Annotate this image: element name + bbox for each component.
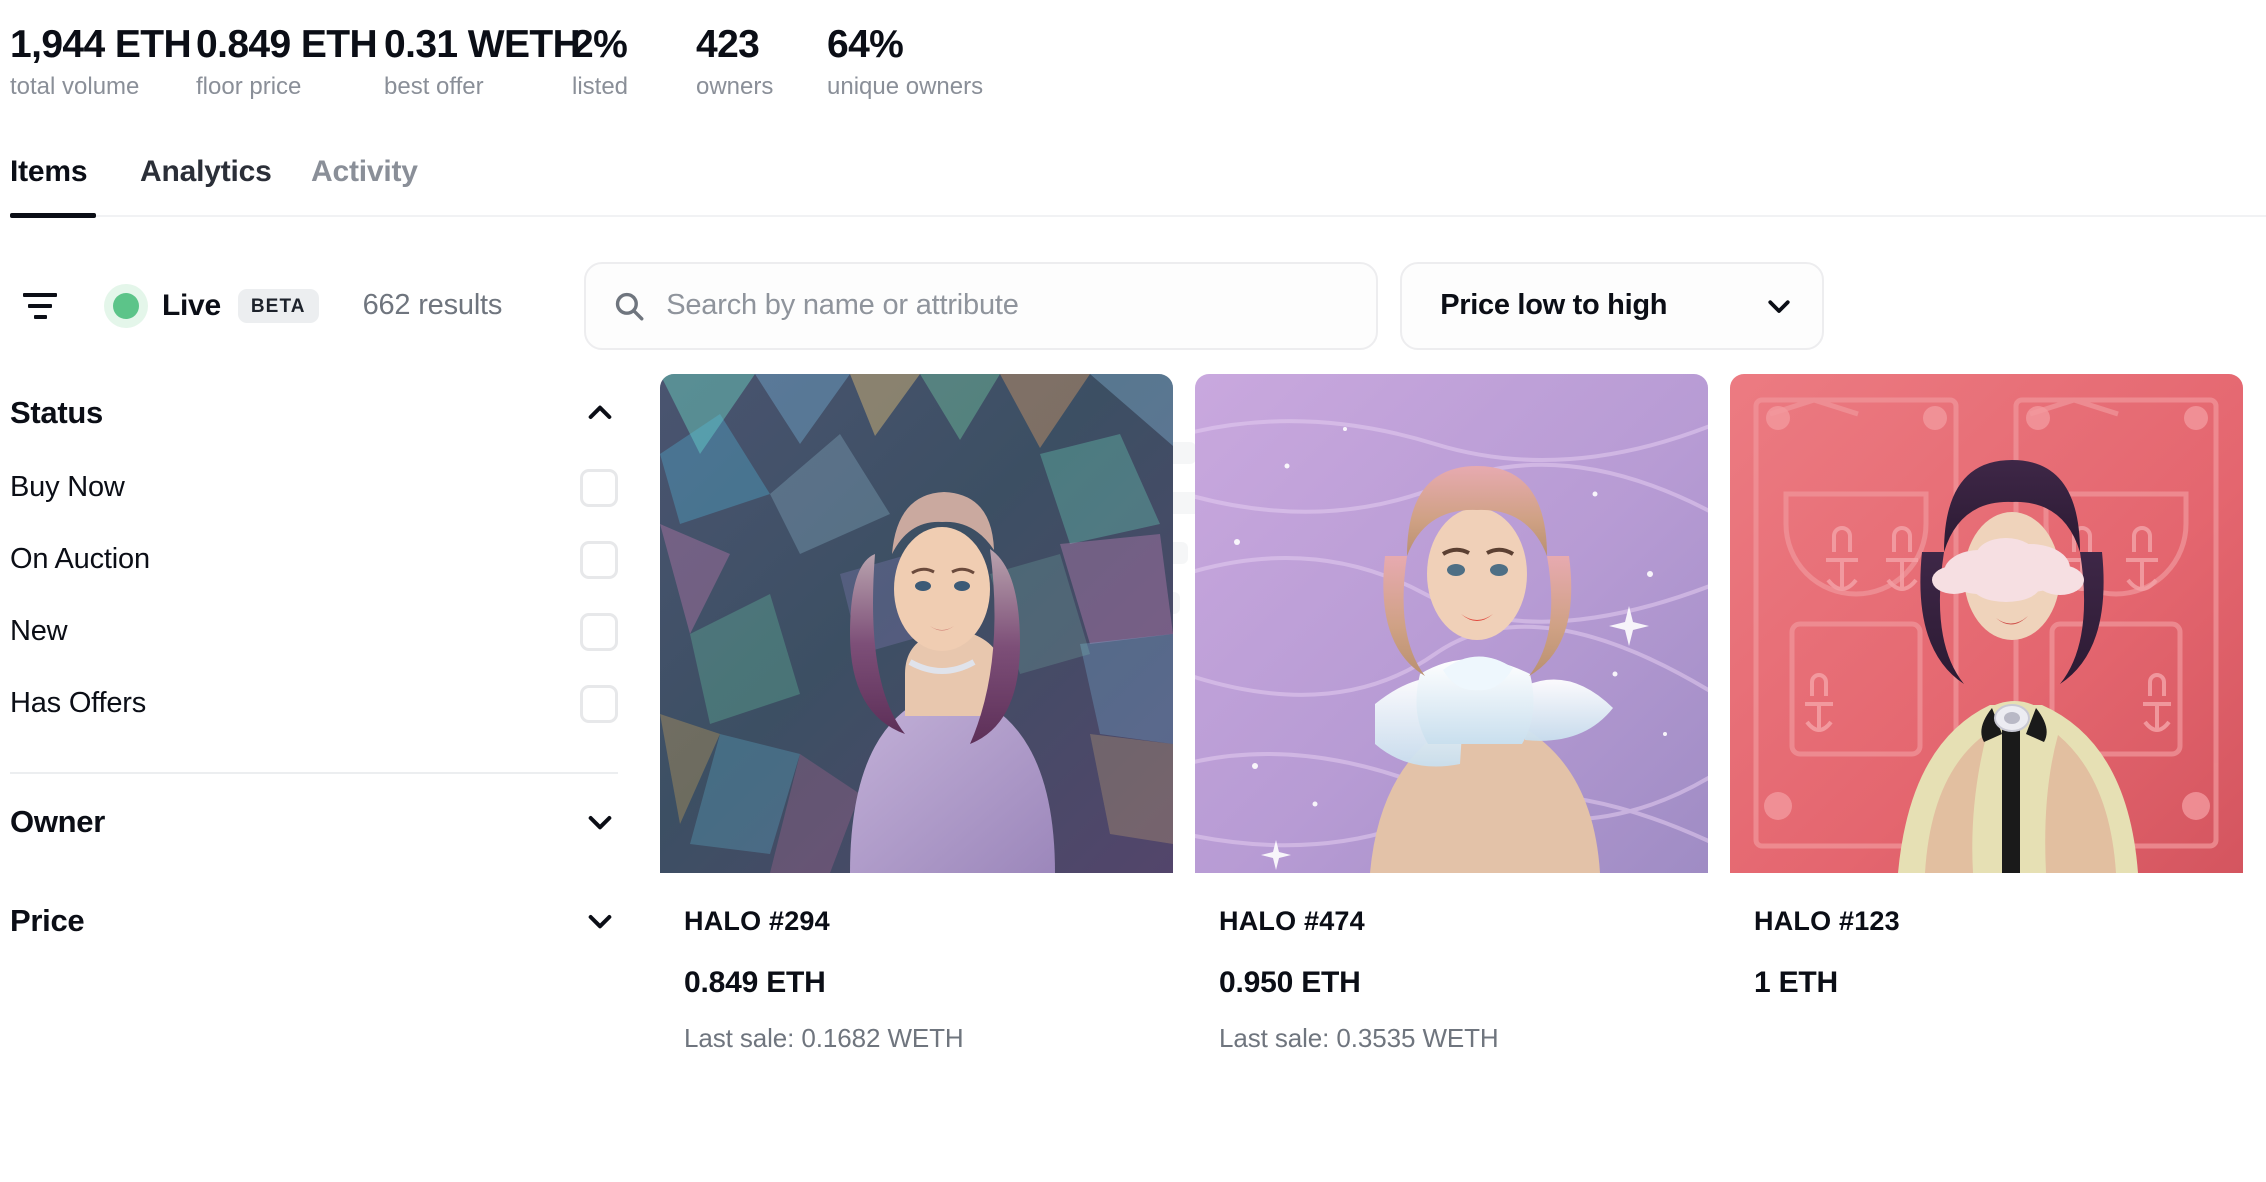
- stat-unique-owners: 64% unique owners: [827, 22, 1007, 102]
- active-tab-indicator: [10, 212, 96, 218]
- filter-section-price-header[interactable]: Price: [10, 882, 632, 960]
- nft-card[interactable]: HALO #294 0.849 ETH Last sale: 0.1682 WE…: [660, 373, 1173, 1055]
- chevron-down-icon: [1764, 291, 1794, 321]
- stat-value: 0.31 WETH: [384, 23, 581, 66]
- live-label: Live: [162, 288, 221, 322]
- filter-section-title: Price: [10, 902, 85, 938]
- tab-activity[interactable]: Activity: [311, 154, 418, 212]
- filter-sidebar: Status Buy Now On Auction New Has Offers…: [0, 374, 660, 1055]
- collection-page: 1,944 ETH total volume 0.849 ETH floor p…: [0, 0, 2266, 1182]
- collection-stats: 1,944 ETH total volume 0.849 ETH floor p…: [0, 0, 2266, 102]
- chevron-up-icon: [584, 397, 616, 429]
- items-toolbar: Live BETA 662 results Price low to high: [0, 261, 2266, 350]
- nft-price: 0.849 ETH: [684, 966, 826, 1000]
- nft-name: HALO #123: [1754, 905, 1900, 936]
- filter-section-owner-header[interactable]: Owner: [10, 774, 632, 870]
- nft-card[interactable]: HALO #474 0.950 ETH Last sale: 0.3535 WE…: [1195, 373, 1708, 1055]
- filter-section-title: Status: [10, 394, 103, 430]
- tab-analytics[interactable]: Analytics: [140, 154, 311, 212]
- stat-value: 0.849 ETH: [196, 23, 378, 66]
- sort-selected-label: Price low to high: [1440, 289, 1668, 322]
- nft-price: 0.950 ETH: [1219, 966, 1361, 1000]
- filter-option-label: On Auction: [10, 543, 150, 576]
- filter-section-title: Owner: [10, 803, 105, 839]
- filter-option-on-auction[interactable]: On Auction: [10, 524, 632, 596]
- stat-value: 64%: [827, 23, 904, 66]
- stat-total-volume: 1,944 ETH total volume: [10, 22, 196, 102]
- nft-artwork-lavender-water-avatar: [1195, 373, 1708, 873]
- sort-dropdown[interactable]: Price low to high: [1400, 261, 1825, 350]
- filter-option-has-offers[interactable]: Has Offers: [10, 668, 632, 740]
- nft-name: HALO #294: [684, 905, 830, 936]
- chevron-down-icon: [584, 905, 616, 937]
- search-icon: [612, 289, 646, 323]
- nft-artwork-holographic-prism-avatar: [660, 373, 1173, 873]
- stat-best-offer: 0.31 WETH best offer: [384, 22, 581, 102]
- stat-label: owners: [696, 73, 774, 101]
- stat-value: 1,944 ETH: [10, 23, 192, 66]
- filter-option-label: Has Offers: [10, 687, 147, 720]
- checkbox-new[interactable]: [580, 612, 618, 651]
- tab-bar: Items Analytics Activity: [0, 154, 2266, 218]
- stat-label: best offer: [384, 73, 484, 101]
- stat-listed: 2% listed: [572, 22, 696, 102]
- chevron-down-icon: [584, 806, 616, 838]
- filter-option-buy-now[interactable]: Buy Now: [10, 452, 632, 524]
- nft-last-sale: Last sale: 0.1682 WETH: [684, 1023, 964, 1054]
- stat-label: unique owners: [827, 73, 984, 101]
- tab-items[interactable]: Items: [10, 154, 140, 212]
- stat-value: 2%: [572, 23, 628, 66]
- stat-value: 423: [696, 23, 760, 66]
- stat-label: listed: [572, 73, 629, 101]
- filter-option-label: New: [10, 615, 68, 648]
- search-box[interactable]: [584, 261, 1379, 350]
- items-body: Status Buy Now On Auction New Has Offers…: [0, 373, 2266, 1055]
- stat-owners: 423 owners: [696, 22, 827, 102]
- filter-option-label: Buy Now: [10, 471, 125, 504]
- nft-last-sale: Last sale: 0.3535 WETH: [1219, 1023, 1499, 1054]
- stat-label: floor price: [196, 73, 302, 101]
- nft-artwork-coral-door-avatar: [1730, 373, 2243, 873]
- results-count: 662 results: [362, 289, 503, 322]
- filter-icon[interactable]: [18, 284, 62, 328]
- stat-label: total volume: [10, 73, 140, 101]
- checkbox-buy-now[interactable]: [580, 468, 618, 507]
- nft-name: HALO #474: [1219, 905, 1365, 936]
- beta-badge: BETA: [237, 288, 319, 323]
- stat-floor-price: 0.849 ETH floor price: [196, 22, 384, 102]
- items-grid: HALO #294 0.849 ETH Last sale: 0.1682 WE…: [660, 373, 2266, 1055]
- checkbox-on-auction[interactable]: [580, 540, 618, 579]
- search-input[interactable]: [666, 289, 1351, 323]
- tab-divider: [96, 214, 2266, 217]
- nft-price: 1 ETH: [1754, 966, 1839, 1000]
- checkbox-has-offers[interactable]: [580, 684, 618, 723]
- filter-option-new[interactable]: New: [10, 596, 632, 668]
- nft-card[interactable]: HALO #123 1 ETH: [1730, 373, 2243, 1055]
- filter-section-status-header[interactable]: Status: [10, 374, 632, 452]
- live-status-dot-icon: [104, 283, 148, 328]
- live-indicator[interactable]: Live BETA: [104, 283, 319, 328]
